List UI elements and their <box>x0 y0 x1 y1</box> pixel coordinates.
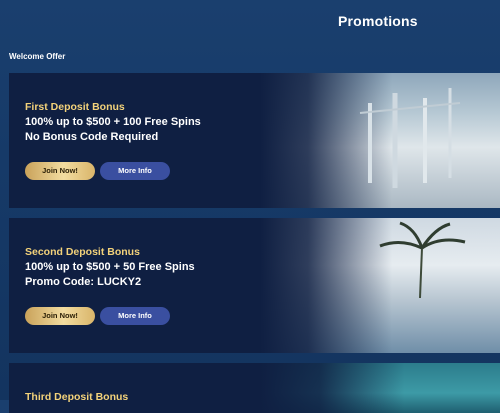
card-title: Second Deposit Bonus <box>25 246 140 258</box>
more-info-button[interactable]: More Info <box>100 307 170 325</box>
promo-image <box>260 218 500 353</box>
section-label: Welcome Offer <box>9 52 66 61</box>
card-title: Third Deposit Bonus <box>25 391 129 403</box>
card-title: First Deposit Bonus <box>25 101 125 113</box>
bonus-offer-text: 100% up to $500 + 100 Free Spins <box>25 116 201 128</box>
join-now-button[interactable]: Join Now! <box>25 307 95 325</box>
promo-code-text: Promo Code: LUCKY2 <box>25 276 142 288</box>
header: Promotions <box>0 0 500 45</box>
promo-card-third-deposit: Third Deposit Bonus <box>9 363 500 413</box>
promo-card-second-deposit: Second Deposit Bonus 100% up to $500 + 5… <box>9 218 500 353</box>
beach-structure-illustration <box>359 88 461 188</box>
promo-card-first-deposit: First Deposit Bonus 100% up to $500 + 10… <box>9 73 500 208</box>
more-info-button[interactable]: More Info <box>100 162 170 180</box>
bonus-code-text: No Bonus Code Required <box>25 131 159 143</box>
join-now-button[interactable]: Join Now! <box>25 162 95 180</box>
page-title: Promotions <box>338 13 418 29</box>
promo-image <box>260 363 500 413</box>
bonus-offer-text: 100% up to $500 + 50 Free Spins <box>25 261 195 273</box>
promo-image <box>260 73 500 208</box>
palm-tree-illustration <box>379 221 466 298</box>
